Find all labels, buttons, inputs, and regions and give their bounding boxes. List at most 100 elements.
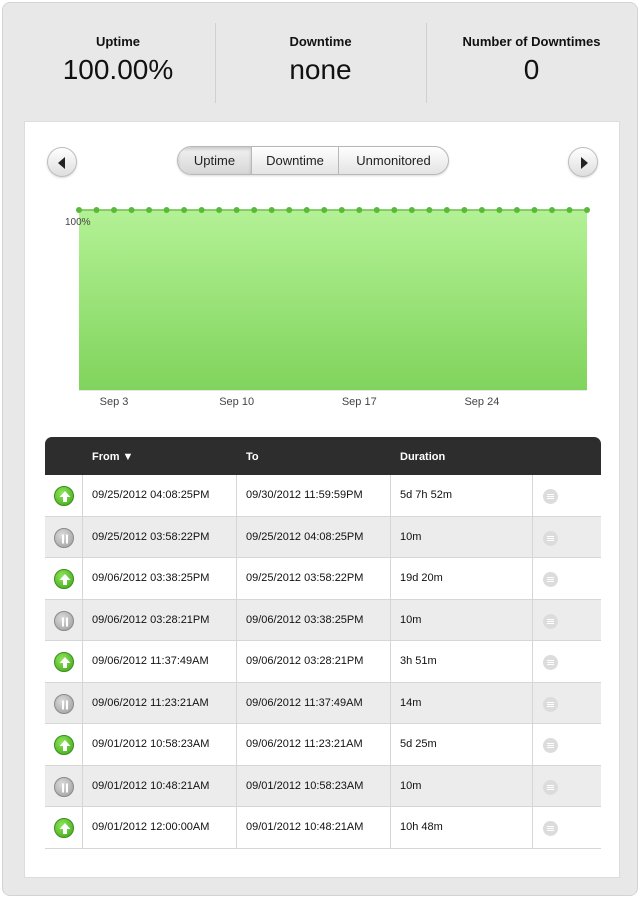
data-point[interactable] bbox=[461, 207, 468, 213]
menu-icon[interactable] bbox=[543, 655, 558, 670]
data-point[interactable] bbox=[128, 207, 135, 213]
x-tick-label: Sep 24 bbox=[464, 396, 499, 408]
pause-icon bbox=[54, 776, 74, 797]
data-point[interactable] bbox=[216, 207, 223, 213]
stat-downtime-count: Number of Downtimes 0 bbox=[426, 23, 636, 103]
data-point[interactable] bbox=[303, 207, 310, 213]
arrow-up-icon bbox=[54, 652, 74, 672]
menu-icon[interactable] bbox=[543, 572, 558, 587]
uptime-chart: 100% Sep 3 Sep 10 Sep 17 Sep 24 bbox=[65, 207, 590, 408]
data-point[interactable] bbox=[426, 207, 433, 213]
y-annotation-label: 100% bbox=[65, 217, 91, 228]
duration-cell: 10m bbox=[391, 599, 533, 640]
tab-unmonitored[interactable]: Unmonitored bbox=[338, 147, 448, 174]
status-cell bbox=[45, 475, 83, 516]
arrow-up-icon bbox=[54, 569, 74, 589]
data-point[interactable] bbox=[338, 207, 345, 213]
arrow-up-icon bbox=[54, 486, 74, 506]
x-tick-label: Sep 3 bbox=[100, 396, 129, 408]
duration-cell: 19d 20m bbox=[391, 558, 533, 599]
header-duration[interactable]: Duration bbox=[400, 451, 445, 463]
data-point[interactable] bbox=[373, 207, 380, 213]
view-toggle: Uptime Downtime Unmonitored bbox=[177, 146, 449, 175]
stat-downtime-value: none bbox=[289, 54, 352, 85]
data-point[interactable] bbox=[76, 207, 82, 213]
data-point[interactable] bbox=[513, 207, 520, 213]
data-point[interactable] bbox=[443, 207, 450, 213]
action-cell bbox=[533, 517, 601, 558]
chevron-left-icon bbox=[58, 157, 65, 169]
table-row: 09/06/2012 11:37:49AM 09/06/2012 03:28:21… bbox=[45, 641, 601, 683]
data-point[interactable] bbox=[163, 207, 170, 213]
menu-icon[interactable] bbox=[543, 738, 558, 753]
stat-downtime-count-value: 0 bbox=[523, 54, 540, 85]
data-point[interactable] bbox=[548, 207, 555, 213]
action-cell bbox=[533, 600, 601, 641]
status-cell bbox=[45, 558, 83, 599]
data-point[interactable] bbox=[566, 207, 573, 213]
table-row: 09/25/2012 04:08:25PM 09/30/2012 11:59:59… bbox=[45, 475, 601, 517]
tab-uptime[interactable]: Uptime bbox=[178, 147, 251, 174]
data-point[interactable] bbox=[146, 207, 153, 213]
data-point[interactable] bbox=[111, 207, 118, 213]
status-cell bbox=[45, 516, 83, 557]
data-point[interactable] bbox=[531, 207, 538, 213]
next-period-button[interactable] bbox=[568, 147, 598, 177]
to-cell: 09/06/2012 03:38:25PM bbox=[237, 599, 391, 640]
menu-icon[interactable] bbox=[543, 696, 558, 712]
stat-downtime-count-label: Number of Downtimes bbox=[462, 34, 601, 49]
header-from[interactable]: From ▼ bbox=[92, 451, 133, 463]
status-cell bbox=[45, 682, 83, 723]
duration-cell: 5d 7h 52m bbox=[391, 475, 533, 516]
menu-icon[interactable] bbox=[543, 779, 558, 795]
to-cell: 09/25/2012 04:08:25PM bbox=[237, 516, 391, 557]
action-cell bbox=[533, 641, 601, 682]
action-cell bbox=[533, 766, 601, 807]
data-point[interactable] bbox=[268, 207, 275, 213]
stat-uptime-label: Uptime bbox=[95, 34, 141, 49]
action-cell bbox=[533, 475, 601, 516]
data-point[interactable] bbox=[181, 207, 188, 213]
table-row: 09/25/2012 03:58:22PM 09/25/2012 04:08:25… bbox=[45, 516, 601, 558]
duration-cell: 3h 51m bbox=[391, 641, 533, 682]
data-point[interactable] bbox=[286, 207, 293, 213]
table-row: 09/01/2012 12:00:00AM 09/01/2012 10:48:21… bbox=[45, 807, 601, 849]
uptime-area bbox=[79, 210, 587, 390]
arrow-up-icon bbox=[54, 818, 74, 838]
action-cell bbox=[533, 807, 601, 848]
data-point[interactable] bbox=[496, 207, 503, 213]
to-cell: 09/06/2012 11:37:49AM bbox=[237, 682, 391, 723]
menu-icon[interactable] bbox=[543, 821, 558, 836]
data-point[interactable] bbox=[198, 207, 205, 213]
duration-cell: 10h 48m bbox=[391, 807, 533, 848]
menu-icon[interactable] bbox=[543, 613, 558, 629]
previous-period-button[interactable] bbox=[47, 147, 77, 177]
report-card: Uptime Downtime Unmonitored 100% Sep 3 Se… bbox=[24, 121, 620, 878]
data-point[interactable] bbox=[584, 207, 590, 213]
table-row: 09/06/2012 03:38:25PM 09/25/2012 03:58:22… bbox=[45, 558, 601, 600]
action-cell bbox=[533, 724, 601, 765]
stat-uptime-value: 100.00% bbox=[62, 54, 174, 85]
from-cell: 09/06/2012 11:23:21AM bbox=[83, 682, 237, 723]
data-point[interactable] bbox=[233, 207, 240, 213]
data-point[interactable] bbox=[478, 207, 485, 213]
duration-cell: 14m bbox=[391, 682, 533, 723]
stat-uptime: Uptime 100.00% bbox=[13, 23, 223, 103]
tab-downtime[interactable]: Downtime bbox=[251, 147, 338, 174]
to-cell: 09/06/2012 11:23:21AM bbox=[237, 724, 391, 765]
table-body: 09/25/2012 04:08:25PM 09/30/2012 11:59:59… bbox=[45, 475, 601, 849]
table-row: 09/06/2012 03:28:21PM 09/06/2012 03:38:25… bbox=[45, 599, 601, 641]
data-point[interactable] bbox=[356, 207, 363, 213]
from-cell: 09/01/2012 10:58:23AM bbox=[83, 724, 237, 765]
data-point[interactable] bbox=[391, 207, 398, 213]
menu-icon[interactable] bbox=[543, 489, 558, 504]
stat-downtime-label: Downtime bbox=[289, 34, 352, 49]
data-point[interactable] bbox=[321, 207, 328, 213]
header-to[interactable]: To bbox=[246, 451, 259, 463]
menu-icon[interactable] bbox=[543, 530, 558, 546]
data-point[interactable] bbox=[251, 207, 258, 213]
data-point[interactable] bbox=[408, 207, 415, 213]
data-point[interactable] bbox=[93, 207, 100, 213]
from-cell: 09/06/2012 03:28:21PM bbox=[83, 599, 237, 640]
to-cell: 09/25/2012 03:58:22PM bbox=[237, 558, 391, 599]
